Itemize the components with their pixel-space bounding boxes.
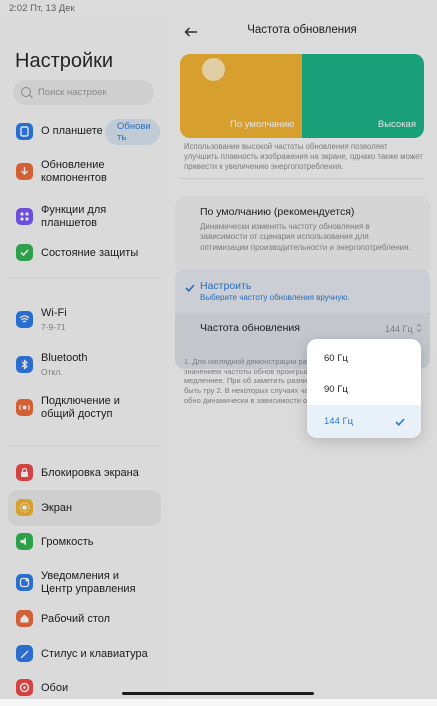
- dropdown-option-label: 90 Гц: [324, 384, 348, 395]
- dropdown-option-60[interactable]: 60 Гц: [307, 343, 421, 374]
- gesture-bar: [122, 692, 314, 695]
- dropdown-option-label: 60 Гц: [324, 353, 348, 364]
- check-icon: [395, 418, 405, 426]
- refresh-rate-dropdown: 60 Гц 90 Гц 144 Гц: [307, 339, 421, 438]
- dropdown-option-144[interactable]: 144 Гц: [307, 405, 421, 438]
- dropdown-option-90[interactable]: 90 Гц: [307, 374, 421, 405]
- dropdown-option-label: 144 Гц: [324, 416, 354, 427]
